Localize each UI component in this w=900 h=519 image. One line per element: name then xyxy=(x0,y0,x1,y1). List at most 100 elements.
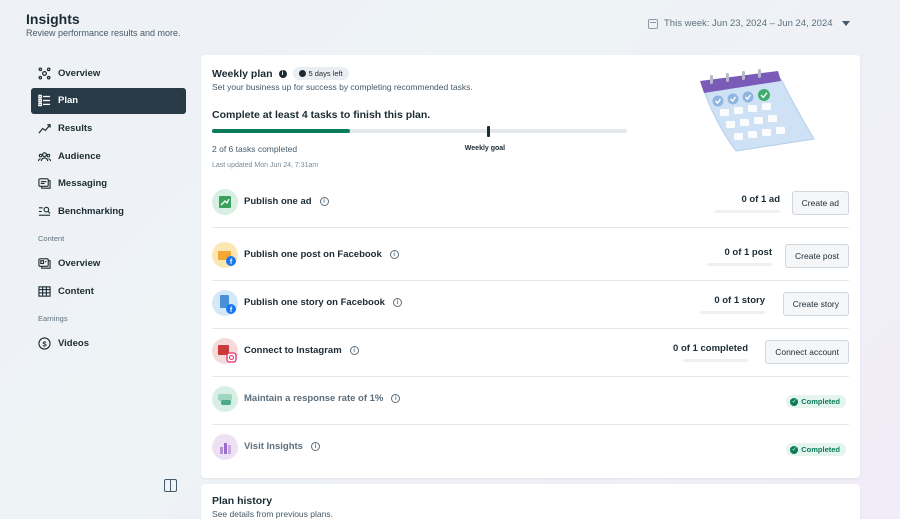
plan-progress-bar xyxy=(212,129,627,133)
task-row-publish-story: f Publish one story on Facebook i 0 of 1… xyxy=(212,281,849,329)
info-icon[interactable]: i xyxy=(392,298,402,307)
date-range-picker[interactable]: This week: Jun 23, 2024 – Jun 24, 2024 xyxy=(648,18,851,29)
sidebar-section-content: Content xyxy=(38,234,65,244)
table-icon xyxy=(37,284,51,298)
sidebar-item-label: Results xyxy=(58,122,93,134)
task-name: Publish one ad i xyxy=(244,196,329,207)
plan-title: Weekly plan xyxy=(212,67,273,80)
clock-icon xyxy=(298,70,306,77)
sidebar-item-messaging[interactable]: Messaging xyxy=(31,171,186,197)
sidebar-item-label: Plan xyxy=(58,95,79,107)
people-icon xyxy=(37,149,51,163)
task-row-publish-ad: Publish one ad i 0 of 1 ad Create ad xyxy=(212,180,849,228)
sidebar-section-earnings: Earnings xyxy=(38,314,68,324)
task-count: 0 of 1 ad xyxy=(741,194,780,205)
task-name: Publish one post on Facebook i xyxy=(244,249,399,260)
last-updated-text: Last updated Mon Jun 24, 7:31am xyxy=(212,162,319,169)
plan-subtitle: Set your business up for success by comp… xyxy=(212,82,473,92)
calendar-illustration-icon xyxy=(700,69,815,152)
task-name: Visit Insights i xyxy=(244,441,320,452)
task-progress-bar xyxy=(715,210,780,213)
completed-label: Completed xyxy=(801,397,840,406)
instagram-icon xyxy=(212,338,238,364)
dollar-icon: $ xyxy=(37,336,51,350)
task-label: Publish one post on Facebook xyxy=(244,249,382,260)
sidebar-item-label: Benchmarking xyxy=(58,205,124,217)
info-icon[interactable]: i xyxy=(319,197,329,206)
sidebar-item-overview[interactable]: Overview xyxy=(31,60,186,86)
create-story-button[interactable]: Create story xyxy=(782,292,849,316)
info-icon[interactable]: i xyxy=(391,394,401,403)
days-left-badge: 5 days left xyxy=(292,67,349,80)
sidebar-item-videos[interactable]: $ Videos xyxy=(31,330,186,356)
task-progress-bar xyxy=(700,311,765,314)
task-row-connect-instagram: Connect to Instagram i 0 of 1 completed … xyxy=(212,329,849,377)
checkmark-icon: ✓ xyxy=(790,397,799,406)
sidebar-item-content-overview[interactable]: Overview xyxy=(31,250,186,276)
checkmark-icon: ✓ xyxy=(790,445,799,454)
svg-text:$: $ xyxy=(42,339,47,348)
post-icon: f xyxy=(212,242,238,268)
plan-title-row: Weekly plan i 5 days left xyxy=(212,67,349,80)
response-icon xyxy=(212,386,238,412)
sidebar: Overview Plan Results Audience Messaging… xyxy=(31,60,186,358)
task-name: Publish one story on Facebook i xyxy=(244,297,402,308)
sidebar-item-audience[interactable]: Audience xyxy=(31,143,186,169)
task-label: Publish one story on Facebook xyxy=(244,297,385,308)
completed-label: Completed xyxy=(801,445,840,454)
plan-history-title: Plan history xyxy=(212,495,273,507)
sidebar-item-label: Videos xyxy=(58,337,89,349)
completed-badge: ✓ Completed xyxy=(786,395,846,408)
sidebar-item-label: Overview xyxy=(58,257,101,269)
sidebar-item-benchmarking[interactable]: Benchmarking xyxy=(31,198,186,224)
goal-marker xyxy=(487,126,491,137)
task-label: Visit Insights xyxy=(244,441,303,452)
info-icon[interactable]: i xyxy=(389,250,399,259)
completed-badge: ✓ Completed xyxy=(786,443,846,456)
goal-text: Complete at least 4 tasks to finish this… xyxy=(212,109,431,121)
task-label: Maintain a response rate of 1% xyxy=(244,393,384,404)
sidebar-item-label: Content xyxy=(58,285,94,297)
task-count: 0 of 1 completed xyxy=(673,343,748,354)
benchmark-icon xyxy=(37,204,51,218)
task-name: Connect to Instagram i xyxy=(244,345,359,356)
task-row-visit-insights: Visit Insights i ✓ Completed xyxy=(212,425,849,473)
sidebar-item-label: Messaging xyxy=(58,178,108,190)
goal-label: Weekly goal xyxy=(464,145,506,152)
task-label: Publish one ad xyxy=(244,196,312,207)
sidebar-item-content[interactable]: Content xyxy=(31,278,186,304)
overview-icon xyxy=(37,66,51,80)
connect-account-button[interactable]: Connect account xyxy=(765,340,849,364)
task-row-response-rate: Maintain a response rate of 1% i ✓ Compl… xyxy=(212,377,849,425)
messaging-icon xyxy=(37,177,51,191)
sidebar-item-label: Audience xyxy=(58,150,101,162)
create-ad-button[interactable]: Create ad xyxy=(791,191,849,215)
task-row-publish-post: f Publish one post on Facebook i 0 of 1 … xyxy=(212,233,849,281)
collapse-sidebar-icon[interactable] xyxy=(164,479,177,492)
task-name: Maintain a response rate of 1% i xyxy=(244,393,401,404)
plan-progress-fill xyxy=(212,129,351,133)
task-progress-bar xyxy=(707,263,772,266)
list-icon xyxy=(37,94,51,108)
task-progress-bar xyxy=(683,359,748,362)
info-icon[interactable]: i xyxy=(278,69,287,78)
insights-icon xyxy=(212,434,238,460)
date-range-label: This week: Jun 23, 2024 – Jun 24, 2024 xyxy=(664,18,833,29)
sidebar-item-label: Overview xyxy=(58,67,101,79)
header-subtitle: Review performance results and more. xyxy=(26,28,181,38)
header-title: Insights xyxy=(26,11,80,27)
days-left-label: 5 days left xyxy=(308,69,343,78)
task-count: 0 of 1 post xyxy=(724,247,772,258)
info-icon[interactable]: i xyxy=(310,442,320,451)
create-post-button[interactable]: Create post xyxy=(785,244,849,268)
weekly-plan-card: Weekly plan i 5 days left Set your busin… xyxy=(201,55,860,478)
tasks-completed-text: 2 of 6 tasks completed xyxy=(212,144,298,154)
plan-history-subtitle: See details from previous plans. xyxy=(212,509,333,519)
info-icon[interactable]: i xyxy=(349,346,359,355)
story-icon: f xyxy=(212,290,238,316)
content-overview-icon xyxy=(37,256,51,270)
plan-history-card: Plan history See details from previous p… xyxy=(201,484,860,519)
sidebar-item-results[interactable]: Results xyxy=(31,115,186,141)
sidebar-item-plan[interactable]: Plan xyxy=(31,87,186,114)
task-count: 0 of 1 story xyxy=(714,295,765,306)
